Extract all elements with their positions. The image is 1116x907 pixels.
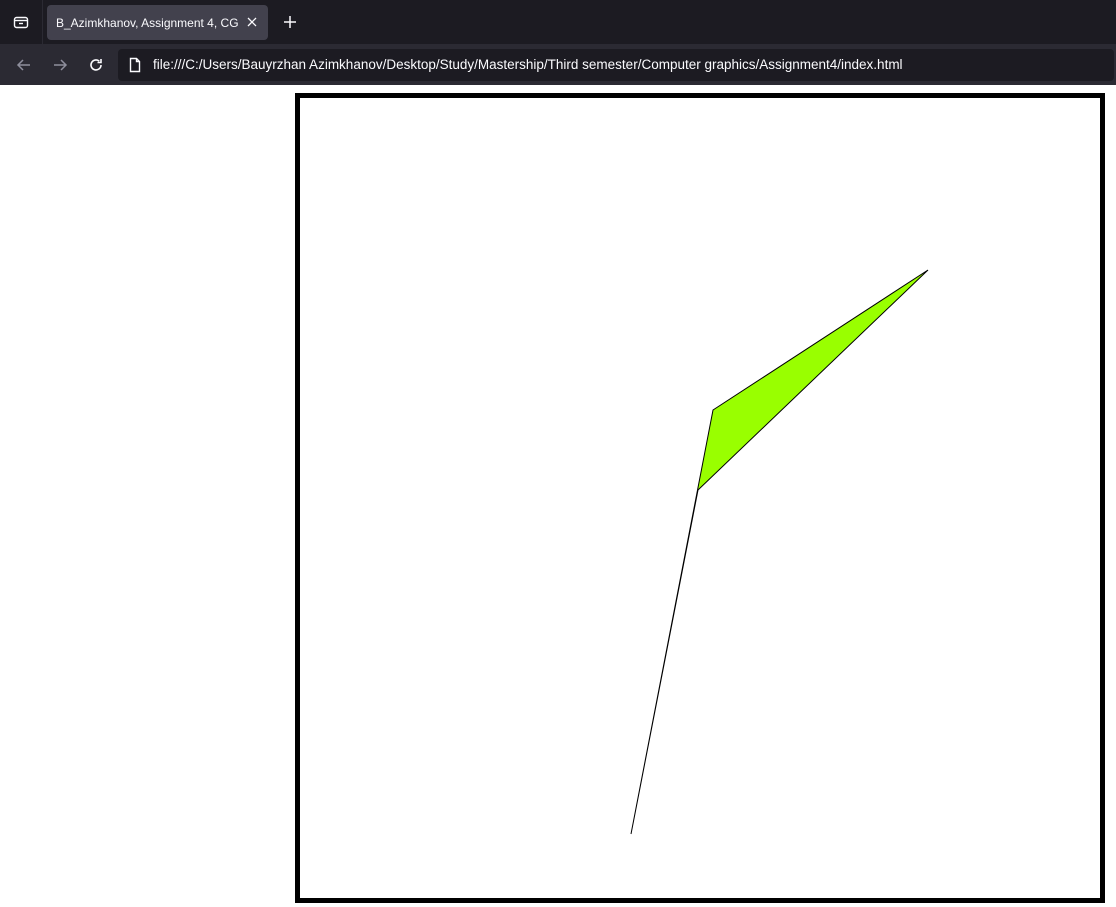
forward-button[interactable] [46, 51, 74, 79]
tab-list-icon [13, 16, 29, 29]
green-quadrilateral-shape [630, 269, 929, 835]
tab-title: B_Azimkhanov, Assignment 4, CG [56, 15, 239, 30]
drawing-canvas[interactable] [295, 93, 1105, 903]
page-content [0, 85, 1116, 907]
close-icon [247, 17, 257, 27]
url-text: file:///C:/Users/Bauyrzhan Azimkhanov/De… [153, 57, 903, 72]
back-button[interactable] [10, 51, 38, 79]
reload-button[interactable] [82, 51, 110, 79]
back-arrow-icon [16, 59, 30, 71]
address-bar[interactable]: file:///C:/Users/Bauyrzhan Azimkhanov/De… [118, 49, 1114, 81]
new-tab-button[interactable] [276, 8, 304, 36]
tab-bar: B_Azimkhanov, Assignment 4, CG [0, 0, 1116, 44]
plus-icon [284, 16, 296, 28]
tab-list-button[interactable] [0, 4, 42, 40]
reload-icon [90, 59, 102, 71]
canvas-surface [630, 269, 929, 835]
browser-chrome: B_Azimkhanov, Assignment 4, CG file:///C… [0, 0, 1116, 85]
active-tab[interactable]: B_Azimkhanov, Assignment 4, CG [47, 5, 268, 40]
page-icon [129, 57, 141, 73]
close-tab-button[interactable] [244, 14, 260, 30]
forward-arrow-icon [54, 59, 68, 71]
tab-separator [42, 0, 43, 44]
navigation-toolbar: file:///C:/Users/Bauyrzhan Azimkhanov/De… [0, 44, 1116, 85]
